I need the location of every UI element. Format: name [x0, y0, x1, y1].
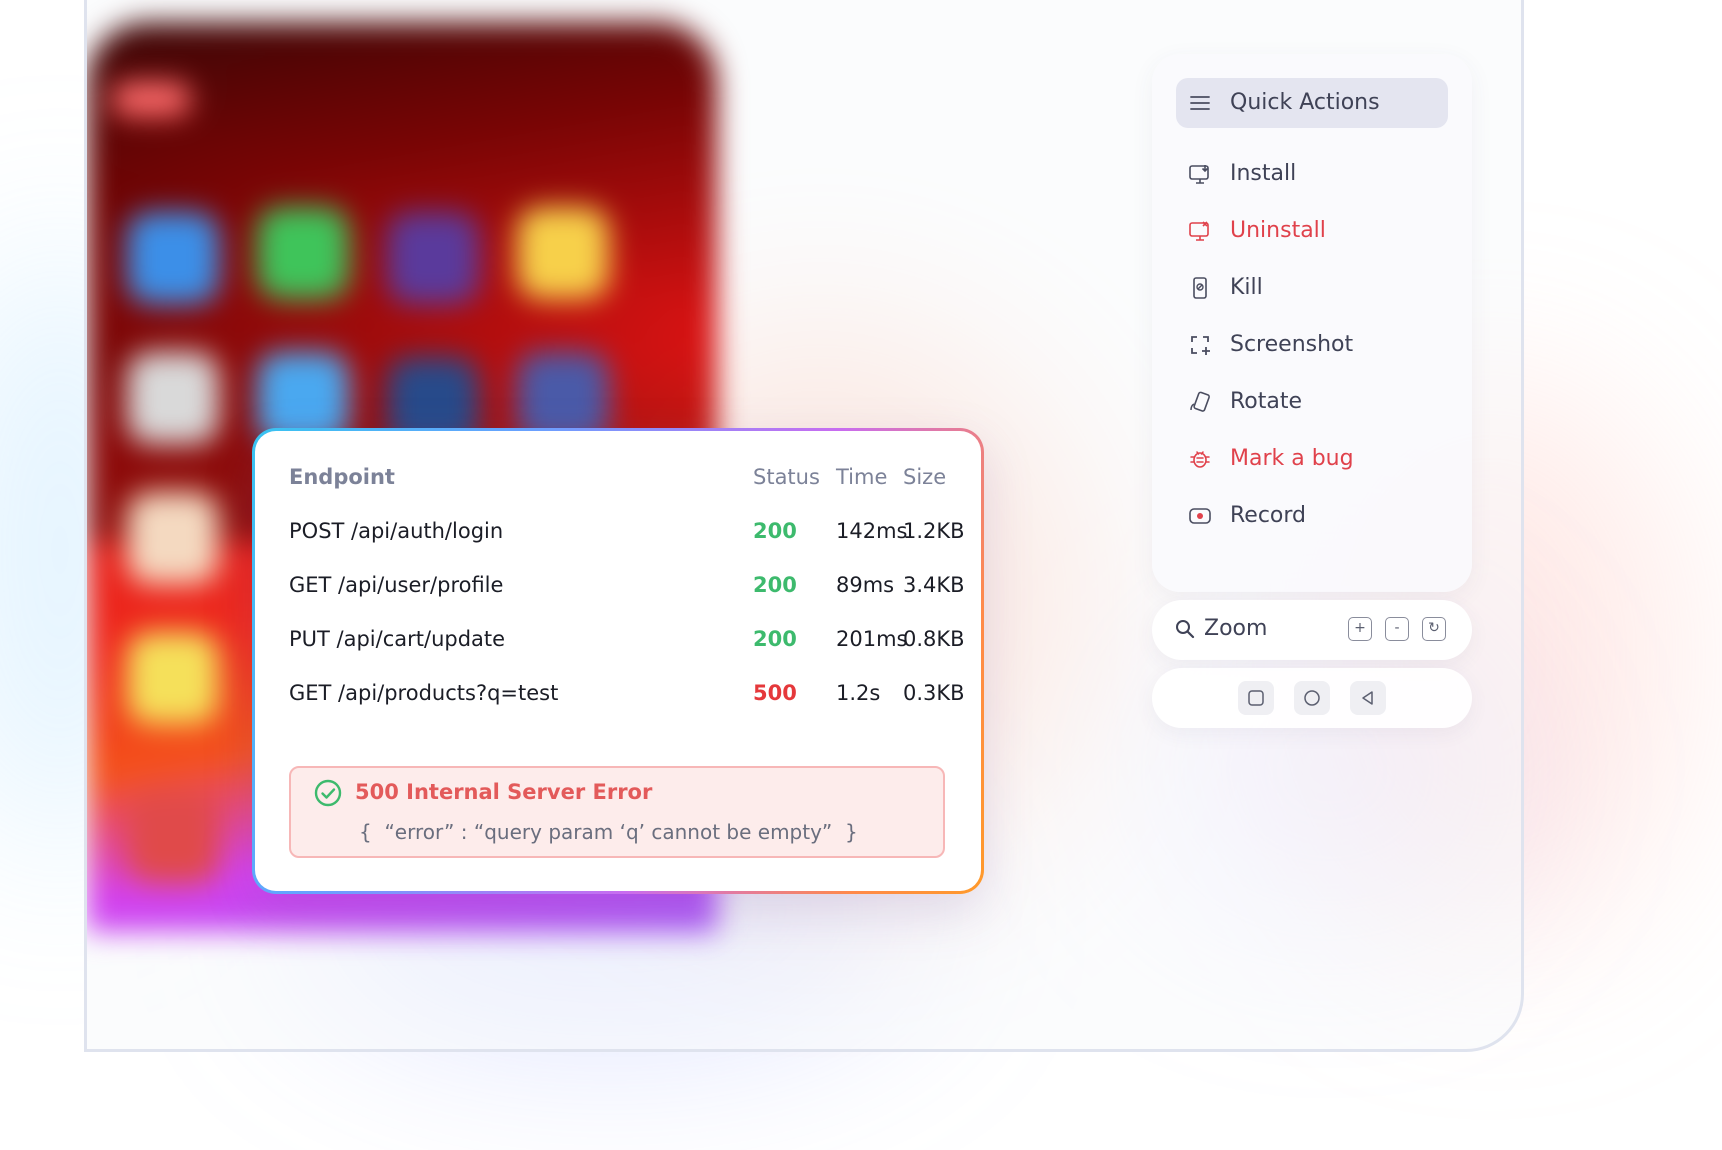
search-icon: [1174, 618, 1196, 640]
zoom-label: Zoom: [1204, 616, 1268, 641]
screenshot-icon: [1188, 333, 1212, 357]
screenshot-button[interactable]: Screenshot: [1176, 321, 1448, 369]
request-status: 500: [753, 681, 797, 705]
mark-bug-label: Mark a bug: [1230, 446, 1354, 471]
rotate-icon: [1188, 390, 1212, 414]
kill-label: Kill: [1230, 275, 1263, 300]
zoom-in-button[interactable]: +: [1348, 617, 1372, 641]
zoom-out-button[interactable]: -: [1385, 617, 1409, 641]
error-title: 500 Internal Server Error: [355, 780, 653, 804]
request-endpoint: GET /api/user/profile: [289, 573, 504, 597]
network-inspector-panel: Endpoint Status Time Size POST /api/auth…: [252, 428, 984, 894]
check-circle-icon: [313, 778, 343, 808]
request-size: 0.8KB: [903, 627, 965, 651]
menu-icon: [1188, 91, 1212, 115]
request-status: 200: [753, 519, 797, 543]
request-size: 3.4KB: [903, 573, 965, 597]
quick-actions-title: Quick Actions: [1230, 90, 1380, 115]
network-table-header: Endpoint Status Time Size: [289, 465, 961, 495]
rotate-label: Rotate: [1230, 389, 1303, 414]
quick-actions-panel: Quick Actions Install Uninstall Kill Scr…: [1152, 54, 1472, 592]
recents-button[interactable]: [1238, 681, 1274, 715]
zoom-control: Zoom + - ↻: [1152, 600, 1472, 660]
uninstall-icon: [1188, 219, 1212, 243]
request-endpoint: POST /api/auth/login: [289, 519, 504, 543]
request-size: 1.2KB: [903, 519, 965, 543]
install-button[interactable]: Install: [1176, 150, 1448, 198]
uninstall-button[interactable]: Uninstall: [1176, 207, 1448, 255]
record-label: Record: [1230, 503, 1307, 528]
circle-icon: [1304, 690, 1320, 706]
home-button[interactable]: [1294, 681, 1330, 715]
bug-icon: [1188, 447, 1212, 471]
kill-button[interactable]: Kill: [1176, 264, 1448, 312]
error-body: { “error” : “query param ‘q’ cannot be e…: [359, 820, 858, 844]
error-details-box: 500 Internal Server Error { “error” : “q…: [289, 766, 945, 858]
header-time: Time: [836, 465, 888, 489]
screenshot-label: Screenshot: [1230, 332, 1354, 357]
header-status: Status: [753, 465, 820, 489]
back-button[interactable]: [1350, 681, 1386, 715]
back-triangle-icon: [1362, 691, 1373, 705]
device-nav-bar: [1152, 668, 1472, 728]
record-button[interactable]: Record: [1176, 492, 1448, 540]
request-endpoint: PUT /api/cart/update: [289, 627, 506, 651]
quick-actions-header[interactable]: Quick Actions: [1176, 78, 1448, 128]
record-icon: [1188, 504, 1212, 528]
request-status: 200: [753, 573, 797, 597]
rotate-button[interactable]: Rotate: [1176, 378, 1448, 426]
header-endpoint: Endpoint: [289, 465, 395, 489]
request-time: 1.2s: [836, 681, 881, 705]
request-row[interactable]: GET /api/user/profile 200 89ms 3.4KB: [289, 573, 965, 603]
uninstall-label: Uninstall: [1230, 218, 1326, 243]
header-size: Size: [903, 465, 947, 489]
request-size: 0.3KB: [903, 681, 965, 705]
install-label: Install: [1230, 161, 1297, 186]
request-row[interactable]: POST /api/auth/login 200 142ms 1.2KB: [289, 519, 965, 549]
request-time: 201ms: [836, 627, 908, 651]
install-icon: [1188, 162, 1212, 186]
request-status: 200: [753, 627, 797, 651]
square-icon: [1248, 690, 1264, 706]
kill-icon: [1188, 276, 1212, 300]
request-endpoint: GET /api/products?q=test: [289, 681, 559, 705]
request-row[interactable]: PUT /api/cart/update 200 201ms 0.8KB: [289, 627, 965, 657]
request-row[interactable]: GET /api/products?q=test 500 1.2s 0.3KB: [289, 681, 965, 711]
request-time: 89ms: [836, 573, 895, 597]
zoom-reset-button[interactable]: ↻: [1422, 617, 1446, 641]
request-time: 142ms: [836, 519, 908, 543]
mark-bug-button[interactable]: Mark a bug: [1176, 435, 1448, 483]
